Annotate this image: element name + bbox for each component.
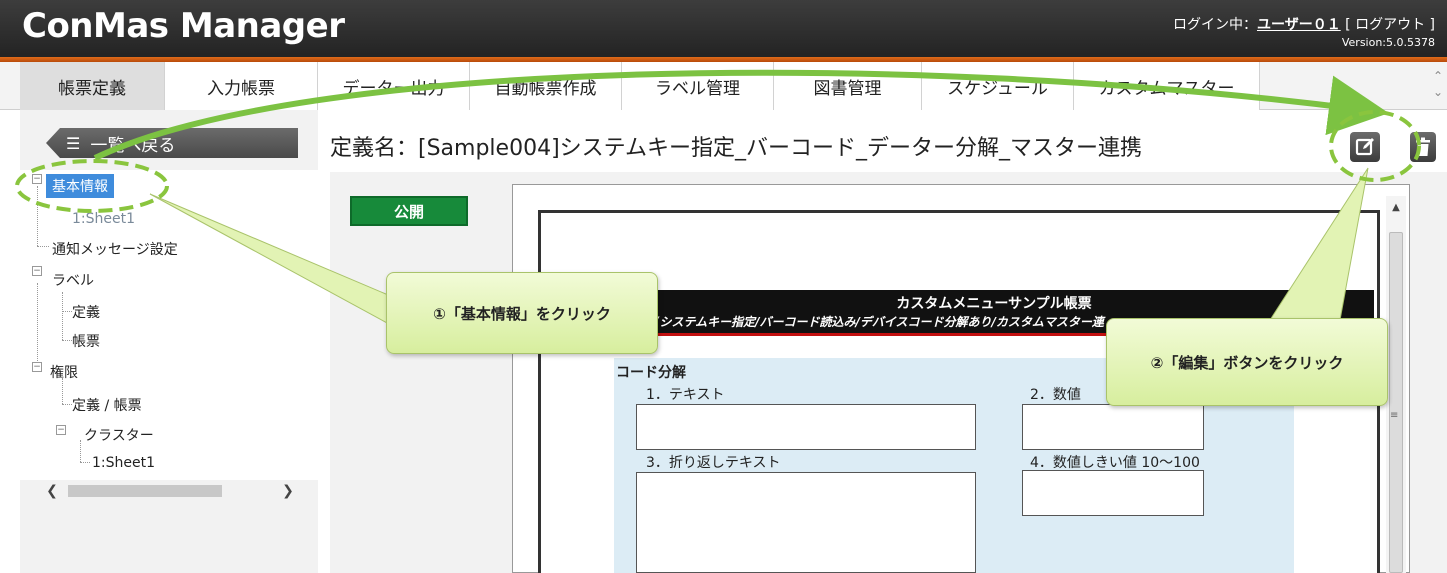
- version-label: Version:5.0.5378: [1341, 36, 1435, 49]
- scroll-left-icon[interactable]: ❮: [40, 483, 64, 499]
- tab-data-output[interactable]: データー出力: [318, 62, 470, 110]
- collapse-toggle-icon[interactable]: −: [32, 362, 42, 372]
- field-label-threshold: 4．数値しきい値 10～100: [1030, 455, 1200, 471]
- tree-line: [37, 186, 38, 246]
- logout-link[interactable]: [ ログアウト ]: [1345, 17, 1435, 33]
- field-box-text: [636, 404, 976, 450]
- menu-scroll-arrows[interactable]: ⌃ ⌄: [1431, 68, 1445, 104]
- preview-vertical-scrollbar[interactable]: ▲ ≡: [1386, 196, 1406, 573]
- collapse-toggle-icon[interactable]: −: [56, 425, 66, 435]
- field-box-number: [1022, 404, 1204, 450]
- tree-item-permission[interactable]: 権限: [50, 362, 78, 382]
- tree-item-permission-def-form[interactable]: 定義 / 帳票: [72, 395, 142, 415]
- tree-line: [37, 246, 49, 247]
- tab-library[interactable]: 図書管理: [774, 62, 922, 110]
- scroll-thumb[interactable]: [1389, 232, 1403, 573]
- login-status: ログイン中：ユーザー０１ [ ログアウト ]: [1173, 14, 1435, 34]
- delete-button[interactable]: [1410, 132, 1436, 162]
- edit-button[interactable]: [1350, 132, 1380, 162]
- tab-custom-master[interactable]: カスタムマスター: [1074, 62, 1260, 110]
- user-link[interactable]: ユーザー０１: [1257, 17, 1341, 33]
- sheet-header-title: カスタムメニューサンプル帳票: [896, 296, 1092, 312]
- callout-step1: ①「基本情報」をクリック: [386, 272, 658, 354]
- tree-item-cluster-sheet1[interactable]: 1:Sheet1: [92, 455, 155, 471]
- tab-label-management[interactable]: ラベル管理: [622, 62, 774, 110]
- tree-item-cluster[interactable]: クラスター: [84, 425, 154, 445]
- tree-horizontal-scrollbar[interactable]: ❮ ❯: [40, 482, 300, 500]
- tree-line: [80, 462, 90, 463]
- trash-icon: [1416, 137, 1430, 156]
- back-to-list-button[interactable]: ☰ 一覧へ戻る: [46, 128, 298, 158]
- tree-line: [80, 440, 81, 462]
- collapse-toggle-icon[interactable]: −: [32, 174, 42, 184]
- tree-item-label-form[interactable]: 帳票: [72, 331, 100, 351]
- login-prefix: ログイン中：: [1172, 17, 1257, 33]
- tree-item-label-definition[interactable]: 定義: [72, 302, 100, 322]
- edit-icon: [1355, 138, 1374, 156]
- publish-status-badge: 公開: [350, 196, 468, 226]
- app-header: ConMas Manager ログイン中：ユーザー０１ [ ログアウト ] Ve…: [0, 0, 1447, 57]
- field-box-wrap-text: [636, 472, 976, 573]
- scroll-right-icon[interactable]: ❯: [276, 483, 300, 499]
- app-title: ConMas Manager: [22, 6, 345, 46]
- tab-form-definition[interactable]: 帳票定義: [20, 62, 165, 110]
- scroll-grip-icon: ≡: [1390, 410, 1399, 421]
- tab-auto-form[interactable]: 自動帳票作成: [470, 62, 622, 110]
- list-icon: ☰: [66, 133, 81, 153]
- field-label-number: 2．数値: [1030, 387, 1081, 403]
- tree-item-sheet1[interactable]: 1:Sheet1: [72, 211, 135, 227]
- menu-bar: 帳票定義 入力帳票 データー出力 自動帳票作成 ラベル管理 図書管理 スケジュー…: [0, 62, 1447, 110]
- tree-item-notification-settings[interactable]: 通知メッセージ設定: [52, 239, 178, 259]
- tree-item-label[interactable]: ラベル: [52, 270, 94, 290]
- field-box-threshold: [1022, 470, 1204, 516]
- scroll-thumb[interactable]: [68, 485, 222, 497]
- field-label-text: 1．テキスト: [646, 387, 725, 403]
- tree-line: [62, 311, 72, 312]
- section-title: コード分解: [616, 365, 686, 381]
- collapse-toggle-icon[interactable]: −: [32, 266, 42, 276]
- tab-input-forms[interactable]: 入力帳票: [165, 62, 318, 110]
- definition-title: 定義名：[Sample004]システムキー指定_バーコード_データー分解_マスタ…: [330, 136, 1142, 161]
- scroll-up-icon[interactable]: ▲: [1386, 202, 1406, 213]
- tree-line: [62, 340, 72, 341]
- tree-line: [62, 292, 63, 340]
- tree-item-basic-info[interactable]: 基本情報: [46, 174, 114, 198]
- tree-line: [37, 283, 38, 363]
- back-button-label: 一覧へ戻る: [90, 135, 176, 156]
- callout-step2: ②「編集」ボタンをクリック: [1106, 318, 1388, 406]
- field-label-wrap-text: 3．折り返しテキスト: [646, 455, 781, 471]
- tab-schedule[interactable]: スケジュール: [922, 62, 1074, 110]
- tree-line: [62, 404, 72, 405]
